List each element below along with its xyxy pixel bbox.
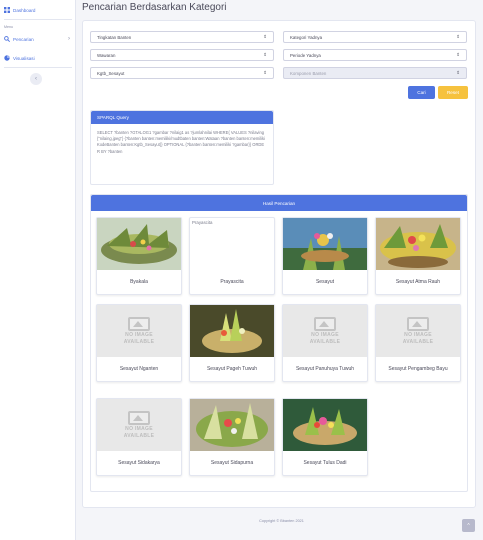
- sparql-query-title: SPARQL Query: [91, 111, 273, 124]
- select-value: Tingkatan Banten: [97, 34, 132, 40]
- no-image-text: AVAILABLE: [309, 339, 341, 345]
- result-image-placeholder: NO IMAGE AVAILABLE: [283, 305, 367, 357]
- result-item-sesayut-panuhuya-tuwuh[interactable]: NO IMAGE AVAILABLE Sesayut Panuhuya Tuwu…: [282, 304, 368, 382]
- sidebar-item-pencarian[interactable]: Pencarian ›: [0, 34, 76, 44]
- result-item-byakala[interactable]: Byakala: [96, 217, 182, 295]
- select-value: Wawaran: [97, 52, 116, 58]
- result-name: Sesayut Nganten: [119, 366, 159, 373]
- result-item-sesayut-pengambeg-bayu[interactable]: NO IMAGE AVAILABLE Sesayut Pengambeg Bay…: [375, 304, 461, 382]
- sidebar-item-label: Dashboard: [13, 7, 36, 13]
- cari-button[interactable]: Cari: [408, 86, 435, 99]
- reset-button[interactable]: Reset: [438, 86, 468, 99]
- result-item-sesayut-sidapurna[interactable]: Sesayut Sidapurna: [189, 398, 275, 476]
- sidebar-divider: [4, 19, 72, 20]
- sidebar: Dashboard Menu Pencarian › Visualisasi ‹: [0, 0, 76, 540]
- select-arrow-icon: ⇕: [456, 52, 460, 57]
- no-image-text: AVAILABLE: [123, 433, 155, 439]
- periode-yadnya-select[interactable]: Periode Yadnya ⇕: [283, 49, 467, 61]
- select-arrow-icon: ⇕: [263, 70, 267, 75]
- result-name: Byakala: [130, 279, 148, 286]
- hasil-pencarian-title: Hasil Pencarian: [91, 195, 467, 211]
- no-image-text: NO IMAGE: [311, 332, 339, 338]
- sidebar-item-label: Visualisasi: [13, 55, 35, 61]
- result-name: Sesayut: [315, 279, 335, 286]
- no-image-text: AVAILABLE: [123, 339, 155, 345]
- result-name: Prayascita: [220, 279, 244, 286]
- no-image-text: NO IMAGE: [125, 332, 153, 338]
- dashboard-icon: [4, 7, 10, 13]
- result-image: [97, 218, 181, 270]
- select-value: Periode Yadnya: [290, 52, 321, 58]
- sidebar-heading: Menu: [4, 25, 13, 29]
- sparql-query-card: SPARQL Query SELECT ?banten ?GTALOG1 ?ga…: [90, 110, 274, 185]
- footer-copyright: Copyright © Bbanten 2021: [259, 519, 304, 523]
- select-arrow-icon: ⇕: [263, 34, 267, 39]
- result-image: [283, 218, 367, 270]
- result-image-placeholder: NO IMAGE AVAILABLE: [97, 305, 181, 357]
- result-image: [190, 305, 274, 357]
- wewaraan-select[interactable]: Wawaran ⇕: [90, 49, 274, 61]
- no-image-text: AVAILABLE: [402, 339, 434, 345]
- result-image-placeholder: NO IMAGE AVAILABLE: [376, 305, 460, 357]
- kategori-yadnya-select[interactable]: Kategori Yadnya ⇕: [283, 31, 467, 43]
- result-image: [376, 218, 460, 270]
- kategori-sesayut-select[interactable]: Kgtb_Sesayut ⇕: [90, 67, 274, 79]
- select-arrow-icon: ⇕: [456, 70, 460, 75]
- no-image-icon: [407, 317, 429, 331]
- result-name: Sesayut Atma Rauh: [395, 279, 441, 286]
- select-value: Kategori Yadnya: [290, 34, 323, 40]
- search-icon: [4, 36, 10, 42]
- result-item-sesayut-tulus-dadi[interactable]: Sesayut Tulus Dadi: [282, 398, 368, 476]
- select-value: Komponen Banten: [290, 70, 327, 76]
- no-image-icon: [314, 317, 336, 331]
- select-value: Kgtb_Sesayut: [97, 70, 125, 76]
- result-item-sesayut-pageh-tuwuh[interactable]: Sesayut Pageh Tuwuh: [189, 304, 275, 382]
- no-image-icon: [128, 411, 150, 425]
- result-item-sesayut-sidakarya[interactable]: NO IMAGE AVAILABLE Sesayut Sidakarya: [96, 398, 182, 476]
- tingkatan-banten-select[interactable]: Tingkatan Banten ⇕: [90, 31, 274, 43]
- no-image-text: NO IMAGE: [125, 426, 153, 432]
- select-arrow-icon: ⇕: [456, 34, 460, 39]
- result-item-sesayut-nganten[interactable]: NO IMAGE AVAILABLE Sesayut Nganten: [96, 304, 182, 382]
- chevron-right-icon: ›: [68, 36, 70, 42]
- result-item-sesayut[interactable]: Sesayut: [282, 217, 368, 295]
- result-name: Sesayut Panuhuya Tuwuh: [295, 366, 355, 373]
- no-image-text: NO IMAGE: [404, 332, 432, 338]
- komponen-banten-select[interactable]: Komponen Banten ⇕: [283, 67, 467, 79]
- sidebar-toggle-button[interactable]: ‹: [30, 73, 42, 85]
- no-image-icon: [128, 317, 150, 331]
- sidebar-item-dashboard[interactable]: Dashboard: [0, 5, 39, 15]
- chart-icon: [4, 55, 10, 61]
- result-name: Sesayut Pengambeg Bayu: [388, 366, 448, 373]
- broken-image-alt: Prayascita: [192, 220, 213, 225]
- scroll-to-top-button[interactable]: ^: [462, 519, 475, 532]
- sidebar-item-label: Pencarian: [13, 36, 34, 42]
- result-image-placeholder: NO IMAGE AVAILABLE: [97, 399, 181, 451]
- sidebar-divider: [4, 67, 72, 68]
- page-title: Pencarian Berdasarkan Kategori: [82, 2, 227, 13]
- result-name: Sesayut Tulus Dadi: [303, 460, 347, 467]
- result-image: [190, 399, 274, 451]
- result-image-broken: Prayascita: [190, 218, 274, 270]
- result-name: Sesayut Pageh Tuwuh: [206, 366, 258, 373]
- sparql-query-text: SELECT ?banten ?GTALOG1 ?gambar ?nilaig1…: [97, 130, 265, 154]
- result-item-sesayut-atma-rauh[interactable]: Sesayut Atma Rauh: [375, 217, 461, 295]
- result-name: Sesayut Sidakarya: [118, 460, 160, 467]
- result-name: Sesayut Sidapurna: [210, 460, 254, 467]
- result-item-prayascita[interactable]: Prayascita Prayascita: [189, 217, 275, 295]
- select-arrow-icon: ⇕: [263, 52, 267, 57]
- result-image: [283, 399, 367, 451]
- sidebar-item-visualisasi[interactable]: Visualisasi: [0, 53, 39, 63]
